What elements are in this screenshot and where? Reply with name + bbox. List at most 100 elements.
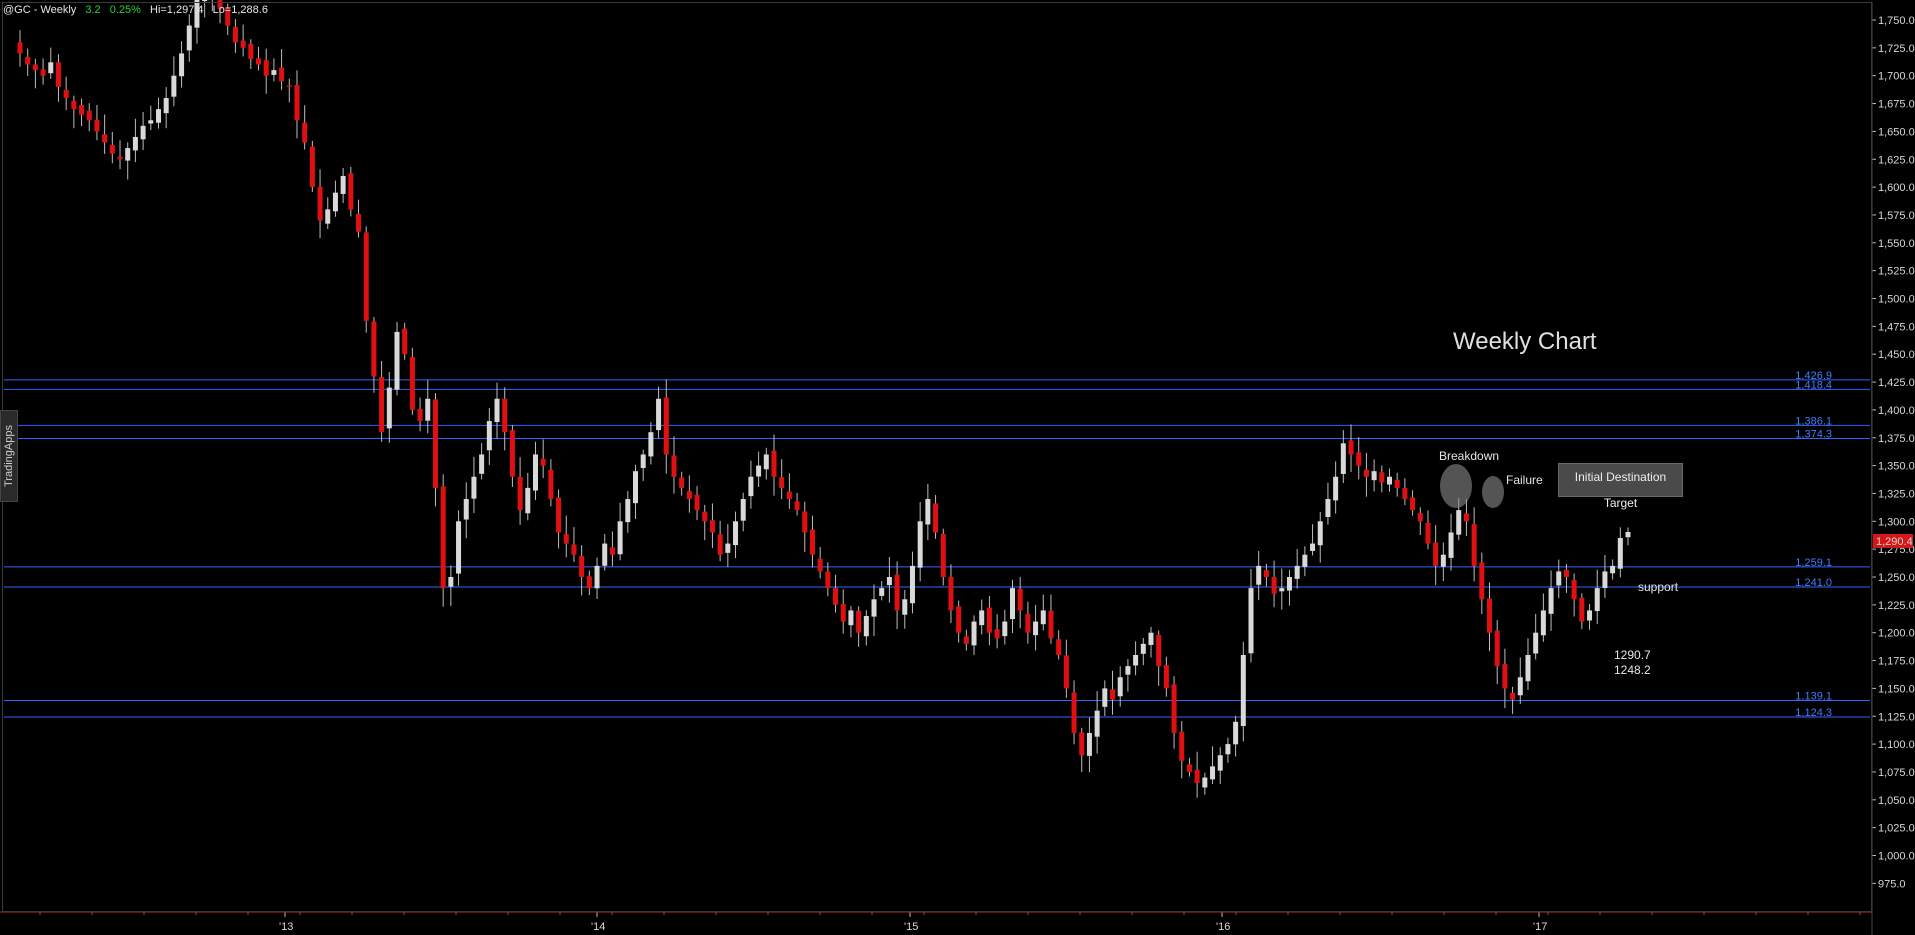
candle-body bbox=[117, 156, 123, 160]
candle-body bbox=[1294, 565, 1300, 579]
candle-body bbox=[763, 454, 769, 470]
candle-body bbox=[456, 521, 462, 574]
candle-body bbox=[679, 477, 685, 488]
candle-body bbox=[694, 494, 700, 511]
y-tick-label: 1,450.0 bbox=[1878, 349, 1915, 361]
y-tick-label: 1,375.0 bbox=[1878, 433, 1915, 445]
candle-body bbox=[240, 40, 246, 48]
candle-body bbox=[948, 577, 954, 611]
candle-body bbox=[1302, 554, 1308, 567]
candle-body bbox=[1363, 469, 1369, 477]
price-axis[interactable]: 1,750.0 1,725.0 1,700.0 1,675.0 1,650.0 1,625… bbox=[1872, 15, 1915, 890]
candle-body bbox=[294, 85, 300, 121]
candle-body bbox=[1548, 588, 1554, 614]
y-tick-label: 1,675.0 bbox=[1878, 99, 1915, 111]
candle-body bbox=[963, 636, 969, 644]
candle-body bbox=[1456, 510, 1462, 535]
candle-body bbox=[648, 432, 654, 457]
candle-body bbox=[179, 53, 185, 77]
candle-body bbox=[1594, 588, 1600, 612]
candle-body bbox=[371, 321, 377, 377]
candle-body bbox=[556, 497, 562, 533]
candle-body bbox=[1410, 497, 1416, 511]
chart-window: 1,426.9 1,418.4 1,386.1 1,374.3 1,259.1 1,241… bbox=[0, 0, 1915, 935]
candle-body bbox=[1071, 692, 1077, 733]
symbol-label[interactable]: @GC - Weekly bbox=[3, 4, 76, 16]
candle-body bbox=[1333, 476, 1339, 501]
candle-body bbox=[1502, 664, 1508, 689]
candle-body bbox=[1417, 513, 1423, 522]
candle-body bbox=[248, 43, 254, 59]
candle-body bbox=[402, 328, 408, 355]
y-tick-label: 1,550.0 bbox=[1878, 238, 1915, 250]
candle-body bbox=[1440, 554, 1446, 567]
y-tick-label: 1,100.0 bbox=[1878, 739, 1915, 751]
time-axis[interactable]: '13 '14 '15 '16 '17 bbox=[39, 912, 1861, 933]
candle-body bbox=[809, 529, 815, 555]
candle-body bbox=[994, 629, 1000, 639]
y-tick-label: 1,575.0 bbox=[1878, 210, 1915, 222]
y-tick-label: 1,475.0 bbox=[1878, 321, 1915, 333]
y-tick-label: 1,050.0 bbox=[1878, 795, 1915, 807]
y-tick-label: 1,000.0 bbox=[1878, 851, 1915, 863]
candle-body bbox=[94, 119, 100, 132]
candle-body bbox=[1179, 731, 1185, 761]
candle-body bbox=[663, 397, 669, 455]
candle-body bbox=[894, 574, 900, 611]
candle-body bbox=[79, 104, 85, 115]
chart-header: @GC - Weekly 3.2 0.25% Hi=1,297.4 Lo=1,2… bbox=[3, 4, 274, 16]
candle-body bbox=[417, 409, 423, 422]
level-label: 1,241.0 bbox=[1795, 577, 1832, 589]
tradingapps-tab[interactable]: TradingApps bbox=[0, 410, 18, 502]
candle-body bbox=[886, 577, 892, 586]
candle-body bbox=[917, 521, 923, 568]
candle-body bbox=[548, 469, 554, 500]
breakdown-marker bbox=[1440, 464, 1472, 508]
candle-body bbox=[163, 97, 169, 114]
x-tick-label: '16 bbox=[1216, 921, 1230, 933]
candle-body bbox=[25, 56, 31, 65]
candle-body bbox=[1386, 476, 1392, 485]
candle-body bbox=[286, 85, 292, 88]
candle-body bbox=[771, 450, 777, 477]
failure-marker bbox=[1482, 476, 1504, 508]
level-label: 1,418.4 bbox=[1795, 379, 1832, 391]
candle-body bbox=[1194, 769, 1200, 784]
candle-body bbox=[317, 186, 323, 221]
y-tick-label: 1,250.0 bbox=[1878, 572, 1915, 584]
level-label: 1,386.1 bbox=[1795, 415, 1832, 427]
candle-body bbox=[1394, 479, 1400, 488]
candle-body bbox=[1009, 588, 1015, 620]
candle-body bbox=[740, 499, 746, 521]
y-tick-label: 1,125.0 bbox=[1878, 711, 1915, 723]
candle-body bbox=[348, 173, 354, 210]
candle-body bbox=[709, 520, 715, 533]
candle-body bbox=[986, 607, 992, 633]
y-tick-label: 1,175.0 bbox=[1878, 656, 1915, 668]
candle-body bbox=[1040, 610, 1046, 625]
candle-body bbox=[509, 430, 515, 477]
candle-body bbox=[1094, 710, 1100, 737]
candle-body bbox=[386, 387, 392, 429]
candle-body bbox=[440, 486, 446, 589]
candle-body bbox=[1317, 521, 1323, 546]
candle-body bbox=[1017, 588, 1023, 611]
candle-body bbox=[786, 491, 792, 500]
candle-body bbox=[717, 534, 723, 555]
y-tick-label: 1,325.0 bbox=[1878, 488, 1915, 500]
candle-body bbox=[140, 125, 146, 140]
level-label: 1,259.1 bbox=[1795, 557, 1832, 569]
candle-body bbox=[779, 477, 785, 488]
candle-body bbox=[494, 398, 500, 423]
y-tick-label: 1,425.0 bbox=[1878, 377, 1915, 389]
candle-body bbox=[40, 69, 46, 76]
candle-body bbox=[202, 0, 208, 2]
y-tick-label: 1,700.0 bbox=[1878, 71, 1915, 83]
candle-body bbox=[671, 455, 677, 477]
x-tick-label: '15 bbox=[904, 921, 918, 933]
candle-body bbox=[586, 576, 592, 589]
candle-body bbox=[1002, 621, 1008, 637]
y-tick-label: 1,075.0 bbox=[1878, 767, 1915, 779]
candle-body bbox=[1487, 598, 1493, 633]
support-label: support bbox=[1638, 580, 1679, 594]
